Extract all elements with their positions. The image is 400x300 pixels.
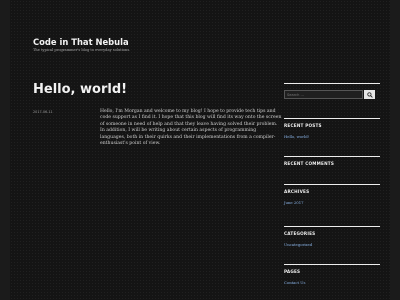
search-widget	[284, 83, 380, 99]
archive-link[interactable]: June 2017	[284, 200, 380, 205]
pages-widget: PAGES Contact Us	[284, 264, 380, 285]
categories-title: CATEGORIES	[284, 231, 316, 236]
category-link[interactable]: Uncategorized	[284, 242, 380, 247]
post-paragraph: Hello, I'm Morgan and welcome to my blog…	[100, 109, 282, 147]
pages-title: PAGES	[284, 269, 301, 274]
post-title[interactable]: Hello, world!	[33, 82, 127, 97]
categories-widget: CATEGORIES Uncategorized	[284, 226, 380, 247]
site-title[interactable]: Code in That Nebula	[33, 37, 129, 47]
recent-posts-title: RECENT POSTS	[284, 123, 322, 128]
search-input[interactable]	[284, 90, 363, 99]
site-description: The typical programmer's blog to everyda…	[33, 48, 131, 52]
search-form	[284, 90, 380, 99]
search-icon	[366, 91, 373, 98]
recent-comments-widget: RECENT COMMENTS	[284, 156, 380, 166]
archives-title: ARCHIVES	[284, 189, 310, 194]
post-content: Hello, I'm Morgan and welcome to my blog…	[100, 109, 282, 147]
recent-post-link[interactable]: Hello, world!	[284, 134, 380, 139]
page-container: Code in That Nebula The typical programm…	[10, 0, 390, 300]
search-button[interactable]	[364, 90, 375, 99]
archives-widget: ARCHIVES June 2017	[284, 184, 380, 205]
page-link-contact-us[interactable]: Contact Us	[284, 280, 380, 285]
post-date[interactable]: 2017-06-11	[33, 110, 53, 114]
recent-posts-widget: RECENT POSTS Hello, world!	[284, 118, 380, 139]
recent-comments-title: RECENT COMMENTS	[284, 161, 335, 166]
